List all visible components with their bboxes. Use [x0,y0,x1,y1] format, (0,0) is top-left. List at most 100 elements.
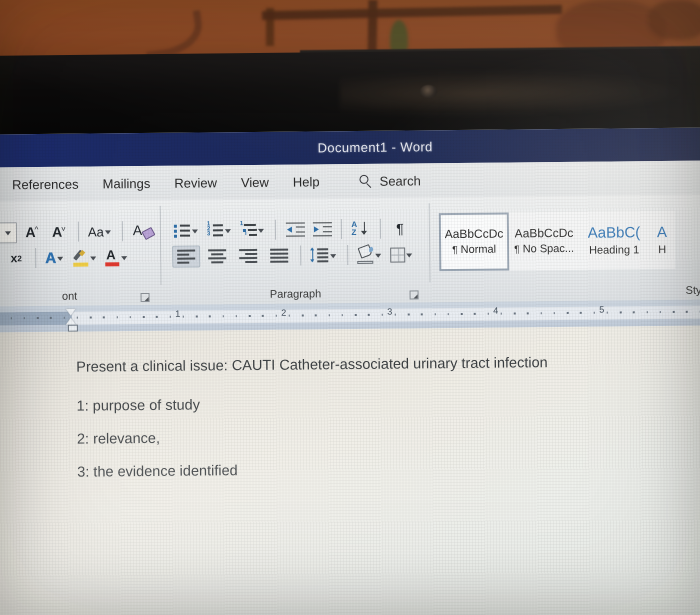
wall-object-far-right [648,0,700,40]
align-right-button[interactable] [234,245,262,267]
ruler-tick [341,314,344,316]
styles-group: AaBbCcDc ¶ Normal AaBbCcDc ¶ No Spac... [435,194,700,302]
ruler-tick [195,315,198,318]
webcam-icon [420,85,437,98]
grow-font-button[interactable]: A ^ [20,221,44,243]
ruler-tick [222,315,224,317]
font-color-icon: A [105,247,120,267]
chevron-down-icon [57,256,64,261]
borders-icon [390,247,406,263]
highlighter-icon [72,248,89,267]
ruler-tick [394,313,397,316]
first-line-indent-marker[interactable] [65,308,76,316]
borders-button[interactable] [388,243,416,265]
sort-button[interactable]: AZ [349,218,373,240]
word-window: Document1 - Word t References Mailings R… [0,127,700,615]
ruler-tick [354,313,357,316]
numbered-list-icon: 1 2 3 [207,221,224,238]
document-line-2: 1: purpose of study [76,397,201,415]
ribbon-tab-mailings[interactable]: Mailings [90,171,162,195]
document-page[interactable]: Present a clinical issue: CAUTI Catheter… [0,325,700,615]
document-line-1: Present a clinical issue: CAUTI Catheter… [76,355,548,376]
ribbon-body: A ^ A ˅ Aa A x 2 A A ont 1 2 3 1 i A Z ¶… [0,194,700,307]
ruler-tick [63,316,65,319]
ruler-tick [686,310,688,313]
ribbon-tab-references[interactable]: References [0,172,91,196]
multilevel-list-button[interactable]: 1 i [238,219,268,241]
shading-button[interactable] [355,244,385,266]
subscript-button[interactable]: , [0,247,1,269]
chevron-down-icon [121,256,128,261]
clear-formatting-button[interactable]: A [130,220,156,242]
ribbon-tab-help[interactable]: Help [281,170,332,193]
ruler-tick [275,314,277,317]
decrease-indent-icon [285,221,305,237]
ruler-tick [381,313,383,316]
bullets-button[interactable] [172,219,202,241]
increase-indent-button[interactable] [310,218,334,240]
ruler-tick [460,312,463,315]
text-highlight-color-button[interactable] [70,246,100,268]
text-effects-button[interactable]: A [43,247,67,269]
font-group: A ^ A ˅ Aa A x 2 A A ont [0,200,156,307]
ruler-tick [421,313,423,315]
divider [274,219,277,240]
ruler-number: 3 [387,306,393,317]
ruler-tick [288,314,291,317]
bezel-sheen [339,68,681,118]
ruler-tick [593,311,595,314]
ruler-tick [23,317,26,319]
ruler-tick [36,317,39,319]
ruler-tick [672,310,675,313]
line-spacing-button[interactable] [308,244,340,266]
style-item-heading-2[interactable]: A H [648,210,676,269]
wall-hook-shape-2 [141,10,206,59]
bullet-list-icon [173,223,191,238]
ruler-tick [156,315,158,318]
paragraph-group-label: Paragraph [166,283,424,304]
chevron-down-icon [224,229,231,234]
search-box[interactable]: Search [359,172,421,189]
paragraph-dialog-launcher[interactable] [409,290,419,300]
show-formatting-marks-button[interactable]: ¶ [388,217,412,239]
ruler-tick [407,313,410,316]
ruler-tick [328,314,330,316]
ruler-tick [169,315,171,318]
shrink-font-button[interactable]: A ˅ [47,221,71,243]
divider [340,219,343,240]
justify-button[interactable] [265,245,293,267]
group-divider [428,203,431,283]
ruler-tick [540,312,542,314]
change-case-button[interactable]: Aa [86,220,115,242]
chevron-down-icon [104,230,111,235]
ribbon-tab-review[interactable]: Review [162,171,229,195]
paragraph-group: 1 2 3 1 i A Z ¶ Paragraph [166,197,425,304]
superscript-button[interactable]: x 2 [4,247,28,269]
ribbon-tab-view[interactable]: View [229,170,281,193]
font-size-input[interactable] [0,221,18,244]
divider [300,245,302,266]
ruler-tick [103,316,105,319]
search-label: Search [379,172,421,189]
document-text[interactable]: Present a clinical issue: CAUTI Catheter… [76,354,700,498]
align-center-icon [208,249,227,264]
divider [347,245,349,266]
search-icon [359,174,373,188]
font-color-button[interactable]: A [103,246,131,268]
style-item-normal[interactable]: AaBbCcDc ¶ Normal [438,212,510,271]
align-center-button[interactable] [203,245,231,267]
align-left-button[interactable] [172,245,201,268]
ruler-tick [580,311,582,314]
style-item-no-spacing[interactable]: AaBbCcDc ¶ No Spac... [508,211,580,271]
style-item-heading-1[interactable]: AaBbC( Heading 1 [578,210,650,270]
font-group-label: ont [0,286,156,307]
line-spacing-icon [310,247,329,263]
ruler-tick [209,315,211,317]
numbering-button[interactable]: 1 2 3 [205,219,235,241]
document-line-4: 3: the evidence identified [77,463,238,481]
chevron-down-icon [191,229,198,234]
font-dialog-launcher[interactable] [140,292,150,303]
decrease-indent-button[interactable] [283,218,307,240]
chevron-down-icon [375,253,382,258]
ruler-tick [527,312,529,314]
